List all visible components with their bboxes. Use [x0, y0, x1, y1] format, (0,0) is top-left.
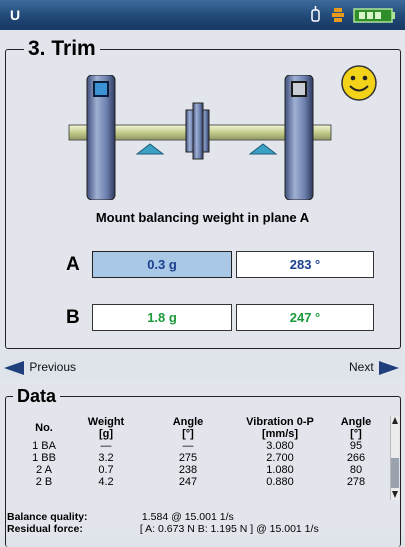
balance-quality-value: 1.584 @ 15.001 1/s	[141, 511, 234, 523]
cell-angle: 275	[178, 452, 198, 464]
bearing-right	[248, 143, 278, 155]
connection-icon	[332, 8, 344, 22]
table-header-row: No. Weight [g] Angle [°] Vibration 0-P [mm/…	[18, 416, 386, 440]
cell-weight: 4.2	[98, 476, 114, 488]
table-row[interactable]: 1 BB 3.2 275 2.700 266	[18, 452, 386, 464]
residual-force-label: Residual force:	[7, 523, 83, 535]
arrow-right-icon	[379, 360, 400, 375]
table-row[interactable]: 1 BA — — 3.080 95	[18, 440, 386, 452]
cell-weight: 0.7	[98, 464, 114, 476]
plane-a-angle-field[interactable]: 283 °	[236, 251, 374, 278]
previous-label: Previous	[29, 360, 77, 374]
cell-angle: 238	[178, 464, 198, 476]
residual-force-value: [ A: 0.673 N B: 1.195 N ] @ 15.001 1/s	[139, 523, 319, 535]
cell-angle-2: 266	[346, 452, 366, 464]
next-label: Next	[349, 360, 374, 374]
header-no: No.	[35, 422, 53, 434]
smiley-icon	[341, 65, 377, 101]
balance-quality-label: Balance quality:	[7, 511, 88, 523]
balance-quality-row: Balance quality: 1.584 @ 15.001 1/s	[7, 511, 234, 523]
status-icons	[311, 6, 395, 23]
cell-no: 2 A	[36, 464, 52, 476]
title-bar: U	[0, 0, 405, 30]
plane-a-weight-field[interactable]: 0.3 g	[92, 251, 232, 278]
cell-vibration: 3.080	[266, 440, 294, 452]
cell-weight: —	[100, 440, 112, 452]
data-title: Data	[13, 386, 61, 407]
cell-angle-2: 80	[349, 464, 363, 476]
sensor-icon	[311, 6, 320, 22]
residual-force-row: Residual force: [ A: 0.673 N B: 1.195 N …	[7, 523, 319, 535]
plane-b-label: B	[66, 307, 80, 328]
scrollbar-graphic	[391, 417, 399, 498]
cell-angle: 247	[178, 476, 198, 488]
cell-weight: 3.2	[98, 452, 114, 464]
cell-angle-2: 278	[346, 476, 366, 488]
header-angle: Angle [°]	[172, 416, 204, 440]
plane-b-angle-field[interactable]: 247 °	[236, 304, 374, 331]
header-weight: Weight [g]	[87, 416, 125, 440]
cell-no: 1 BA	[32, 440, 56, 452]
cell-no: 1 BB	[32, 452, 56, 464]
data-scrollbar[interactable]	[390, 416, 399, 500]
window-title: U	[10, 7, 21, 23]
coupling	[185, 102, 210, 160]
table-row[interactable]: 2 B 4.2 247 0.880 278	[18, 476, 386, 488]
table-row[interactable]: 2 A 0.7 238 1.080 80	[18, 464, 386, 476]
cell-vibration: 2.700	[266, 452, 294, 464]
cell-vibration: 1.080	[266, 464, 294, 476]
arrow-left-icon	[4, 360, 24, 375]
cell-angle-2: 95	[349, 440, 363, 452]
plane-b-weight-field[interactable]: 1.8 g	[92, 304, 232, 331]
rotor-disk-plane-a	[86, 75, 116, 200]
cell-no: 2 B	[35, 476, 53, 488]
previous-button[interactable]: Previous	[4, 360, 76, 375]
next-button[interactable]: Next	[349, 360, 400, 375]
rotor-disk-plane-b	[284, 75, 314, 200]
plane-a-label: A	[66, 254, 80, 275]
cell-angle: —	[182, 440, 194, 452]
bearing-left	[135, 143, 165, 155]
header-angle-2: Angle [°]	[340, 416, 372, 440]
machine-diagram	[68, 75, 332, 200]
cell-vibration: 0.880	[266, 476, 294, 488]
header-vibration: Vibration 0-P [mm/s]	[246, 416, 314, 440]
instruction-text: Mount balancing weight in plane A	[95, 210, 310, 225]
section-title: 3. Trim	[24, 37, 100, 61]
data-table: No. Weight [g] Angle [°] Vibration 0-P [mm/…	[18, 416, 386, 488]
battery-icon	[353, 8, 395, 23]
